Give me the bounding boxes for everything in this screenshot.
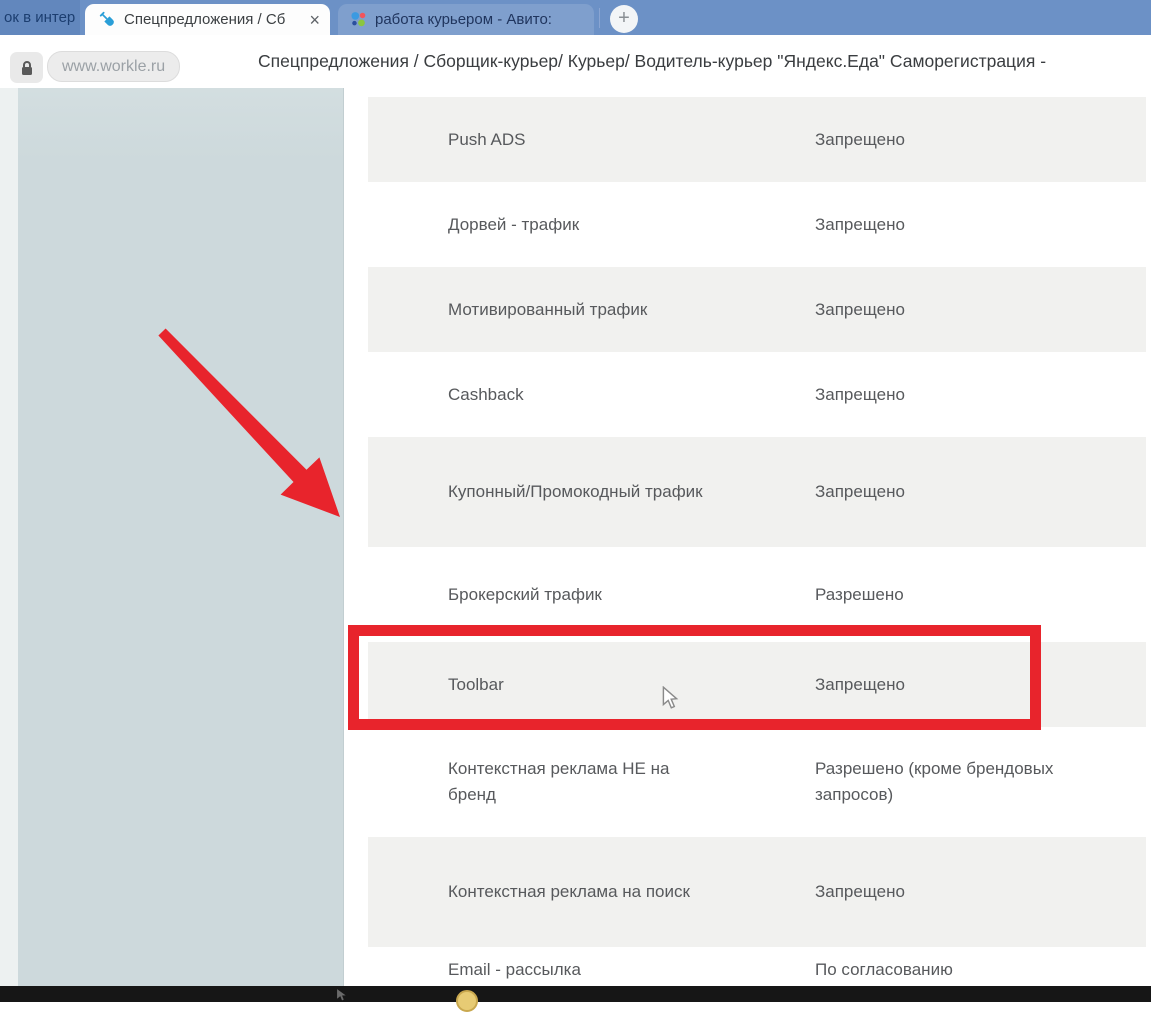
url-box[interactable]: www.workle.ru	[47, 51, 181, 82]
row-status: Запрещено	[815, 214, 905, 234]
highlight-rectangle	[348, 625, 1041, 730]
url-text: www.workle.ru	[62, 57, 166, 75]
table-row: Дорвей - трафик Запрещено	[368, 182, 1146, 267]
row-label: Контекстная реклама на поиск	[448, 882, 690, 901]
row-label: Купонный/Промокодный трафик	[448, 482, 703, 501]
page-title: Спецпредложения / Сборщик-курьер/ Курьер…	[258, 51, 1047, 71]
table-row: Push ADS Запрещено	[368, 97, 1146, 182]
tab-partial-label: ок в интер	[4, 9, 76, 26]
table-row: Контекстная реклама НЕ на бренд Разрешен…	[368, 727, 1146, 837]
browser-tab-bar: ок в интер Спецпредложения / Сб × работа…	[0, 0, 1151, 35]
sidebar-panel	[18, 88, 344, 986]
tab-separator	[599, 8, 600, 28]
new-tab-button[interactable]: +	[610, 5, 638, 33]
row-status: Запрещено	[815, 384, 905, 404]
bottom-overlay-bar	[0, 986, 1151, 1012]
row-status: Запрещено	[815, 882, 905, 901]
table-row: Мотивированный трафик Запрещено	[368, 267, 1146, 352]
small-cursor-icon	[337, 989, 346, 1001]
tab-avito-label: работа курьером - Авито:	[375, 11, 552, 28]
left-margin-strip	[0, 88, 18, 986]
table-row: Cashback Запрещено	[368, 352, 1146, 437]
table-row: Купонный/Промокодный трафик Запрещено	[368, 437, 1146, 547]
tab-active-workle[interactable]: Спецпредложения / Сб ×	[85, 4, 330, 35]
row-label: Email - рассылка	[448, 960, 581, 979]
row-status: По согласованию	[815, 960, 953, 979]
row-status: Запрещено	[815, 299, 905, 319]
avito-dots-icon	[350, 11, 367, 28]
coin-icon	[456, 990, 478, 1012]
row-label: Контекстная реклама НЕ на бренд	[448, 759, 670, 804]
traffic-rules-table: Push ADS Запрещено Дорвей - трафик Запре…	[368, 97, 1146, 993]
table-row: Контекстная реклама на поиск Запрещено	[368, 837, 1146, 947]
row-status: Разрешено (кроме брендовых запросов)	[815, 759, 1054, 804]
row-label: Push ADS	[448, 129, 526, 149]
row-status: Запрещено	[815, 129, 905, 149]
row-status: Разрешено	[815, 584, 904, 604]
browser-address-bar: www.workle.ru Спецпредложения / Сборщик-…	[0, 35, 1151, 89]
tab-avito[interactable]: работа курьером - Авито:	[338, 4, 594, 35]
tab-active-label: Спецпредложения / Сб	[124, 11, 286, 28]
row-label: Cashback	[448, 384, 524, 404]
page-content: Push ADS Запрещено Дорвей - трафик Запре…	[0, 88, 1151, 1002]
row-label: Брокерский трафик	[448, 584, 602, 604]
row-label: Мотивированный трафик	[448, 299, 648, 319]
tab-partial-left[interactable]: ок в интер	[0, 0, 80, 35]
workle-shovel-icon	[99, 11, 116, 28]
row-status: Запрещено	[815, 482, 905, 501]
lock-icon[interactable]	[10, 52, 43, 83]
close-icon[interactable]: ×	[309, 11, 320, 29]
row-label: Дорвей - трафик	[448, 214, 580, 234]
